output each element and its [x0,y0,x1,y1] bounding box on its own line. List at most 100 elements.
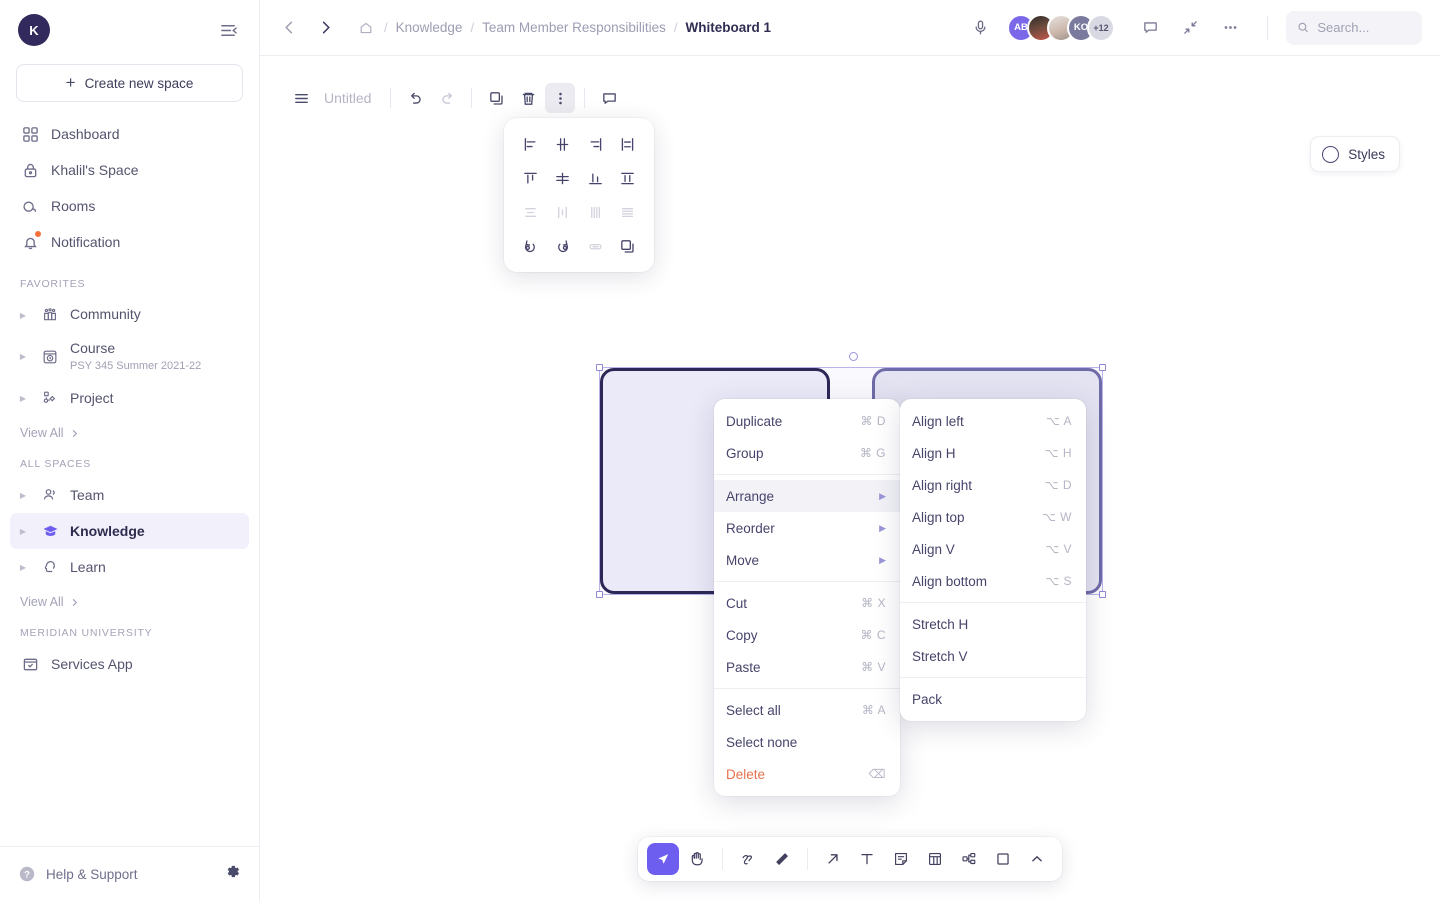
submenu-item-align-v[interactable]: Align V ⌥ V [900,533,1086,565]
submenu-item-align-left[interactable]: Align left ⌥ A [900,405,1086,437]
context-menu-item-group[interactable]: Group ⌘ G [714,437,900,469]
sidebar-item-label: Course [70,340,201,358]
chevron-right-icon[interactable]: ▶ [16,491,30,500]
back-button[interactable] [274,13,304,43]
sidebar-item-services-app[interactable]: Services App [10,646,249,682]
avatar-overflow-count[interactable]: +12 [1087,14,1115,42]
submenu-item-stretch-v[interactable]: Stretch V [900,640,1086,672]
collapse-arrows-icon[interactable] [1175,13,1205,43]
organization-section-label: MERIDIAN UNIVERSITY [0,609,259,646]
rotate-right-icon[interactable] [547,232,580,260]
chevron-right-icon[interactable]: ▶ [16,311,30,320]
table-icon[interactable] [919,843,951,875]
pen-draw-icon[interactable] [732,843,764,875]
help-and-support-button[interactable]: ? Help & Support [18,865,138,883]
context-menu-item-delete[interactable]: Delete ⌫ [714,758,900,790]
people-group-icon [39,304,61,326]
context-menu-item-paste[interactable]: Paste ⌘ V [714,651,900,683]
menu-item-label: Move [726,553,879,568]
context-menu-item-copy[interactable]: Copy ⌘ C [714,619,900,651]
home-icon[interactable] [356,18,376,38]
submenu-item-align-top[interactable]: Align top ⌥ W [900,501,1086,533]
styles-button[interactable]: Styles [1310,136,1400,172]
sidebar-item-khalils-space[interactable]: Khalil's Space [10,152,249,188]
search-box[interactable] [1286,11,1422,45]
favorites-view-all-link[interactable]: View All [0,416,259,440]
rotate-handle[interactable] [849,352,858,361]
resize-handle-bottom-right[interactable] [1099,591,1106,598]
duplicate-icon[interactable] [612,232,645,260]
undo-icon[interactable] [400,83,430,113]
sidebar-item-community[interactable]: ▶ Community [10,297,249,333]
text-icon[interactable] [851,843,883,875]
align-center-horizontal-icon[interactable] [547,130,580,158]
cursor-select-icon[interactable] [647,843,679,875]
gear-icon[interactable] [224,863,241,885]
sidebar-item-notification[interactable]: Notification [10,224,249,260]
mindmap-icon[interactable] [953,843,985,875]
align-left-icon[interactable] [514,130,547,158]
submenu-item-align-h[interactable]: Align H ⌥ H [900,437,1086,469]
chevron-right-icon[interactable]: ▶ [16,527,30,536]
align-center-vertical-icon[interactable] [547,164,580,192]
hand-pan-icon[interactable] [681,843,713,875]
chevron-up-icon[interactable] [1021,843,1053,875]
hamburger-menu-icon[interactable] [286,83,316,113]
arrow-connector-icon[interactable] [817,843,849,875]
context-menu-item-select-none[interactable]: Select none [714,726,900,758]
sidebar-item-project[interactable]: ▶ Project [10,380,249,416]
context-menu-item-duplicate[interactable]: Duplicate ⌘ D [714,405,900,437]
whiteboard-canvas[interactable]: Untitled [260,56,1440,901]
forward-button[interactable] [310,13,340,43]
rotate-left-icon[interactable] [514,232,547,260]
submenu-item-align-bottom[interactable]: Align bottom ⌥ S [900,565,1086,597]
breadcrumb-item-knowledge[interactable]: Knowledge [396,20,463,35]
trash-icon[interactable] [513,83,543,113]
context-menu-item-reorder[interactable]: Reorder ▶ [714,512,900,544]
context-menu-item-move[interactable]: Move ▶ [714,544,900,576]
sidebar-item-dashboard[interactable]: Dashboard [10,116,249,152]
sidebar-item-rooms[interactable]: Rooms [10,188,249,224]
all-spaces-view-all-link[interactable]: View All [0,585,259,609]
search-input[interactable] [1317,20,1411,35]
comment-icon[interactable] [1135,13,1165,43]
eraser-icon[interactable] [766,843,798,875]
more-vertical-icon[interactable] [545,83,575,113]
sidebar-item-label: Khalil's Space [51,162,139,178]
microphone-icon[interactable] [965,13,995,43]
square-shape-icon[interactable] [987,843,1019,875]
redo-icon[interactable] [432,83,462,113]
submenu-item-align-right[interactable]: Align right ⌥ D [900,469,1086,501]
sidebar-item-label: Dashboard [51,126,120,142]
user-avatar[interactable]: K [18,14,50,46]
breadcrumb-item-team-member-responsibilities[interactable]: Team Member Responsibilities [482,20,666,35]
resize-handle-top-right[interactable] [1099,364,1106,371]
create-new-space-button[interactable]: + Create new space [16,64,243,102]
context-menu-item-select-all[interactable]: Select all ⌘ A [714,694,900,726]
sidebar-item-learn[interactable]: ▶ Learn [10,549,249,585]
stretch-horizontal-icon[interactable] [612,130,645,158]
whiteboard-title-input[interactable]: Untitled [318,90,381,106]
sidebar-item-course[interactable]: ▶ Course PSY 345 Summer 2021-22 [10,333,249,380]
align-top-icon[interactable] [514,164,547,192]
comment-icon[interactable] [594,83,624,113]
chevron-right-icon[interactable]: ▶ [16,563,30,572]
resize-handle-top-left[interactable] [596,364,603,371]
chevron-right-icon[interactable]: ▶ [16,394,30,403]
align-right-icon[interactable] [579,130,612,158]
submenu-item-stretch-h[interactable]: Stretch H [900,608,1086,640]
menu-item-label: Copy [726,628,861,643]
chevron-right-icon[interactable]: ▶ [16,352,30,361]
context-menu-item-arrange[interactable]: Arrange ▶ [714,480,900,512]
align-bottom-icon[interactable] [579,164,612,192]
sticky-note-icon[interactable] [885,843,917,875]
sidebar-item-team[interactable]: ▶ Team [10,477,249,513]
collapse-sidebar-icon[interactable] [215,17,241,43]
stretch-vertical-icon[interactable] [612,164,645,192]
sidebar-item-knowledge[interactable]: ▶ Knowledge [10,513,249,549]
duplicate-icon[interactable] [481,83,511,113]
more-horizontal-icon[interactable] [1215,13,1245,43]
submenu-item-pack[interactable]: Pack [900,683,1086,715]
resize-handle-bottom-left[interactable] [596,591,603,598]
context-menu-item-cut[interactable]: Cut ⌘ X [714,587,900,619]
